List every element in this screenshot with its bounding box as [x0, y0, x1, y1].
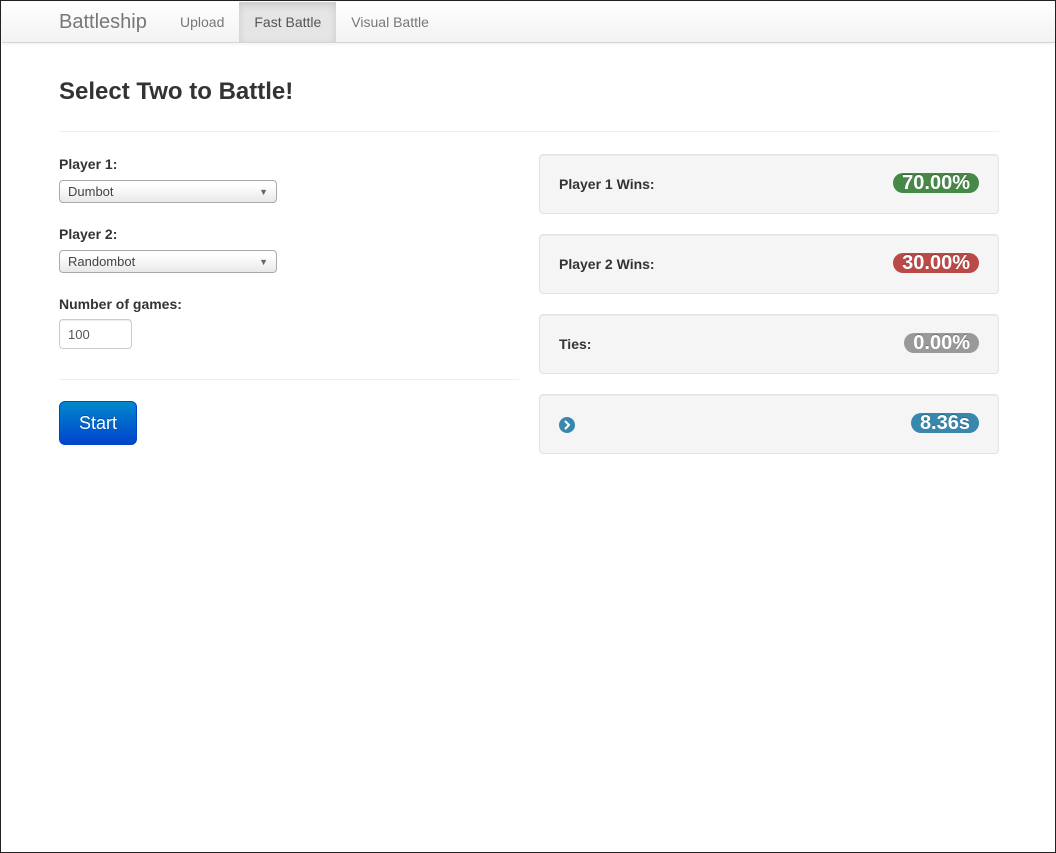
ties-panel: Ties: 0.00%	[539, 314, 999, 374]
title-divider	[59, 131, 999, 132]
ties-label: Ties:	[559, 336, 592, 352]
ties-badge: 0.00%	[904, 333, 979, 353]
player1-selected-value: Dumbot	[68, 184, 114, 199]
player1-wins-panel: Player 1 Wins: 70.00%	[539, 154, 999, 214]
time-panel: 8.36s	[539, 394, 999, 454]
player1-label: Player 1:	[59, 156, 118, 172]
player1-wins-badge: 70.00%	[893, 173, 979, 193]
page-title: Select Two to Battle!	[59, 78, 294, 105]
player1-select[interactable]: Dumbot ▼	[59, 180, 277, 203]
player2-selected-value: Randombot	[68, 254, 136, 269]
chevron-right-icon[interactable]	[559, 417, 575, 433]
games-label: Number of games:	[59, 296, 182, 312]
dropdown-arrow-icon: ▼	[259, 257, 268, 267]
app-frame: Battleship Upload Fast Battle Visual Bat…	[0, 0, 1056, 853]
start-button[interactable]: Start	[59, 401, 137, 445]
nav-item-visual-battle[interactable]: Visual Battle	[336, 2, 444, 42]
nav-item-upload[interactable]: Upload	[165, 2, 239, 42]
dropdown-arrow-icon: ▼	[259, 187, 268, 197]
player2-wins-panel: Player 2 Wins: 30.00%	[539, 234, 999, 294]
player2-wins-label: Player 2 Wins:	[559, 256, 655, 272]
player2-select[interactable]: Randombot ▼	[59, 250, 277, 273]
nav-item-fast-battle[interactable]: Fast Battle	[239, 2, 337, 42]
nav-menu: Upload Fast Battle Visual Battle	[165, 2, 444, 42]
navbar: Battleship Upload Fast Battle Visual Bat…	[2, 2, 1055, 43]
player2-label: Player 2:	[59, 226, 118, 242]
brand-link[interactable]: Battleship	[59, 10, 147, 34]
player1-wins-label: Player 1 Wins:	[559, 176, 655, 192]
form-divider	[59, 379, 519, 380]
time-badge: 8.36s	[910, 413, 979, 433]
games-input[interactable]	[59, 319, 132, 349]
player2-wins-badge: 30.00%	[893, 253, 979, 273]
